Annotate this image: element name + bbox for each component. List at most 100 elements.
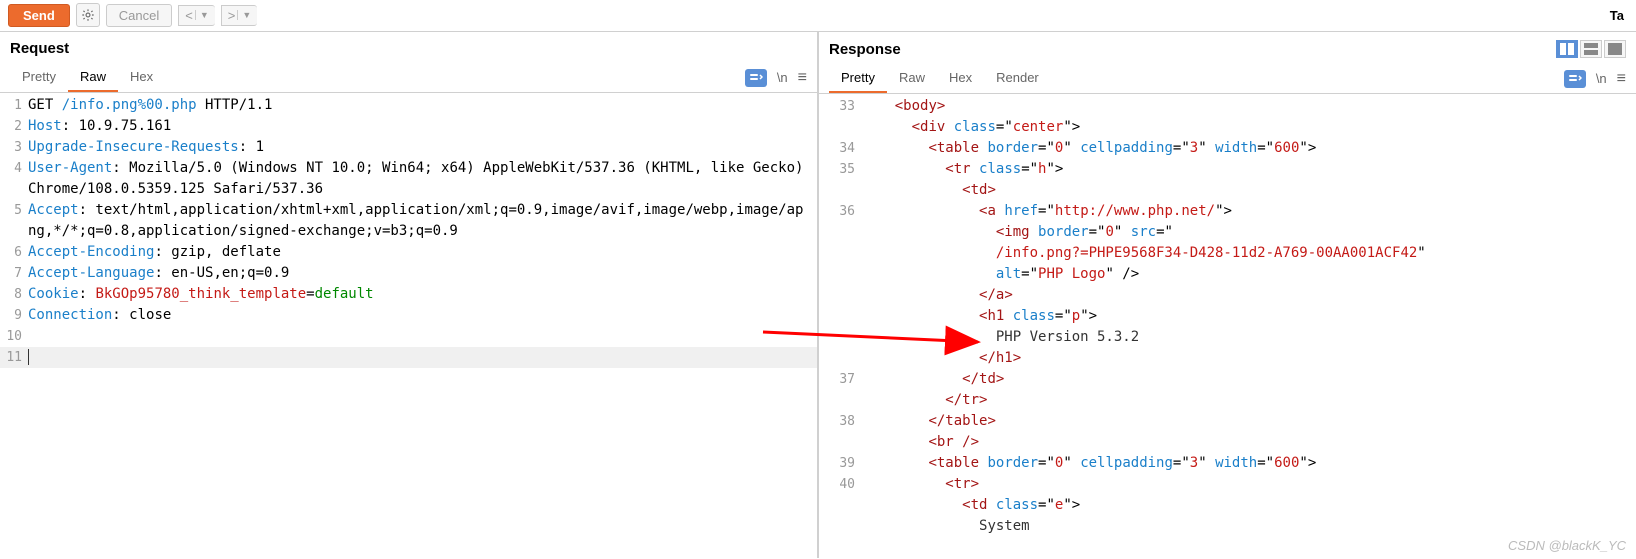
- line-number: [819, 390, 861, 411]
- line-number: 7: [0, 263, 28, 284]
- response-menu-icon[interactable]: ≡: [1617, 70, 1626, 88]
- cancel-button[interactable]: Cancel: [106, 4, 172, 27]
- target-label: Ta: [1610, 8, 1628, 23]
- line-number: 36: [819, 201, 861, 222]
- columns-icon: [1560, 43, 1574, 55]
- line-content: <a href="http://www.php.net/">: [861, 201, 1636, 222]
- code-line: PHP Version 5.3.2: [819, 327, 1636, 348]
- line-number: [819, 516, 861, 537]
- response-editor[interactable]: 33 <body> <div class="center">34 <table …: [819, 94, 1636, 558]
- code-line: 36 <a href="http://www.php.net/">: [819, 201, 1636, 222]
- tab-pretty[interactable]: Pretty: [829, 64, 887, 93]
- code-line: 35 <tr class="h">: [819, 159, 1636, 180]
- tab-raw[interactable]: Raw: [887, 64, 937, 93]
- line-number: 38: [819, 411, 861, 432]
- code-line: 6Accept-Encoding: gzip, deflate: [0, 242, 817, 263]
- line-content: <table border="0" cellpadding="3" width=…: [861, 138, 1636, 159]
- code-line: <div class="center">: [819, 117, 1636, 138]
- line-content: <h1 class="p">: [861, 306, 1636, 327]
- response-actions-icon[interactable]: [1564, 70, 1586, 88]
- code-line: 1GET /info.png%00.php HTTP/1.1: [0, 95, 817, 116]
- code-line: 40 <tr>: [819, 474, 1636, 495]
- line-content: [28, 326, 817, 347]
- line-content: GET /info.png%00.php HTTP/1.1: [28, 95, 817, 116]
- layout-single-button[interactable]: [1604, 40, 1626, 58]
- line-number: 5: [0, 200, 28, 242]
- history-forward-button[interactable]: >▼: [221, 5, 258, 26]
- line-number: 2: [0, 116, 28, 137]
- code-line: <img border="0" src=": [819, 222, 1636, 243]
- line-content: alt="PHP Logo" />: [861, 264, 1636, 285]
- request-pane: Request PrettyRawHex \n ≡ 1GET /info.png…: [0, 32, 819, 558]
- history-forward-group: >▼: [221, 5, 258, 26]
- line-content: <body>: [861, 96, 1636, 117]
- line-number: [819, 243, 861, 264]
- code-line: <h1 class="p">: [819, 306, 1636, 327]
- response-tabs: PrettyRawHexRender \n ≡: [819, 64, 1636, 94]
- line-number: 3: [0, 137, 28, 158]
- code-line: 38 </table>: [819, 411, 1636, 432]
- tab-hex[interactable]: Hex: [118, 63, 165, 92]
- line-number: 1: [0, 95, 28, 116]
- tab-render[interactable]: Render: [984, 64, 1051, 93]
- line-number: 40: [819, 474, 861, 495]
- single-icon: [1608, 43, 1622, 55]
- rows-icon: [1584, 43, 1598, 55]
- tab-pretty[interactable]: Pretty: [10, 63, 68, 92]
- line-content: <table border="0" cellpadding="3" width=…: [861, 453, 1636, 474]
- code-line: 3Upgrade-Insecure-Requests: 1: [0, 137, 817, 158]
- line-content: Accept-Language: en-US,en;q=0.9: [28, 263, 817, 284]
- code-line: 10: [0, 326, 817, 347]
- line-number: 11: [0, 347, 28, 368]
- line-number: [819, 180, 861, 201]
- line-number: [819, 306, 861, 327]
- line-number: [819, 264, 861, 285]
- request-editor[interactable]: 1GET /info.png%00.php HTTP/1.12Host: 10.…: [0, 93, 817, 558]
- line-content: <td class="e">: [861, 495, 1636, 516]
- code-line: <td class="e">: [819, 495, 1636, 516]
- code-line: 9Connection: close: [0, 305, 817, 326]
- line-number: 4: [0, 158, 28, 200]
- line-content: </a>: [861, 285, 1636, 306]
- code-line: </h1>: [819, 348, 1636, 369]
- line-content: <td>: [861, 180, 1636, 201]
- line-content: Accept-Encoding: gzip, deflate: [28, 242, 817, 263]
- code-line: </tr>: [819, 390, 1636, 411]
- line-content: <tr class="h">: [861, 159, 1636, 180]
- line-number: [819, 432, 861, 453]
- tab-hex[interactable]: Hex: [937, 64, 984, 93]
- line-content: <br />: [861, 432, 1636, 453]
- history-back-button[interactable]: <▼: [178, 5, 215, 26]
- line-number: [819, 117, 861, 138]
- request-actions-icon[interactable]: [745, 69, 767, 87]
- code-line: </a>: [819, 285, 1636, 306]
- line-number: 33: [819, 96, 861, 117]
- line-number: [819, 327, 861, 348]
- tab-raw[interactable]: Raw: [68, 63, 118, 92]
- line-content: /info.png?=PHPE9568F34-D428-11d2-A769-00…: [861, 243, 1636, 264]
- layout-columns-button[interactable]: [1556, 40, 1578, 58]
- request-tabs: PrettyRawHex \n ≡: [0, 63, 817, 93]
- line-content: Cookie: BkGOp95780_think_template=defaul…: [28, 284, 817, 305]
- request-menu-icon[interactable]: ≡: [798, 69, 807, 87]
- line-number: 39: [819, 453, 861, 474]
- line-content: Connection: close: [28, 305, 817, 326]
- code-line: /info.png?=PHPE9568F34-D428-11d2-A769-00…: [819, 243, 1636, 264]
- line-content: </td>: [861, 369, 1636, 390]
- gear-icon: [81, 8, 95, 22]
- code-line: 8Cookie: BkGOp95780_think_template=defau…: [0, 284, 817, 305]
- line-content: <div class="center">: [861, 117, 1636, 138]
- line-number: 10: [0, 326, 28, 347]
- send-button[interactable]: Send: [8, 4, 70, 27]
- code-line: <td>: [819, 180, 1636, 201]
- code-line: 11: [0, 347, 817, 368]
- line-number: [819, 348, 861, 369]
- line-content: System: [861, 516, 1636, 537]
- response-pane: Response PrettyRawHexRender \n ≡ 33 <bod…: [819, 32, 1636, 558]
- line-content: [28, 347, 817, 368]
- settings-icon-button[interactable]: [76, 3, 100, 27]
- code-line: <br />: [819, 432, 1636, 453]
- layout-rows-button[interactable]: [1580, 40, 1602, 58]
- line-content: </h1>: [861, 348, 1636, 369]
- line-number: [819, 495, 861, 516]
